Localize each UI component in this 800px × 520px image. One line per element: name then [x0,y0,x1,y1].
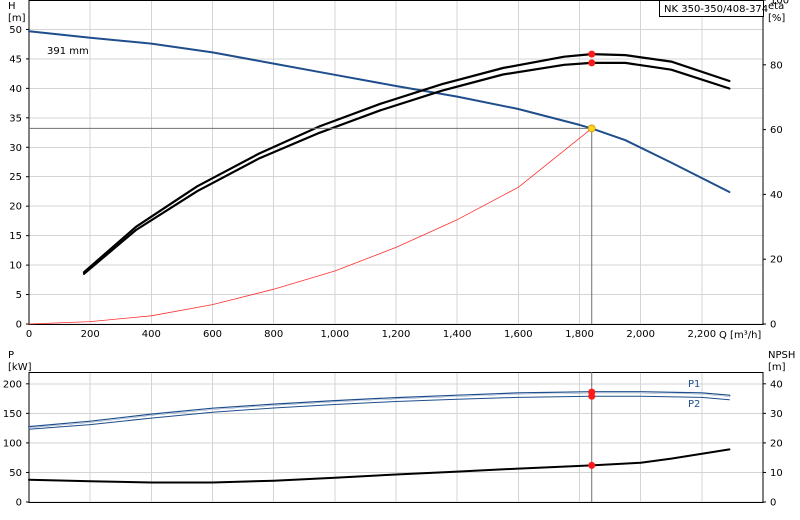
y-left-tick-label: 25 [9,172,22,183]
x-tick-label: 2,200 [688,329,717,340]
y-right-label-bottom: NPSH [768,350,795,361]
x-tick-label: 400 [142,329,161,340]
pump-curve-figure: 0 5 10 15 20 25 30 35 40 45 50 0 20 40 60 80 100 0 200 400 6… [0,0,800,520]
y-left-tick-label: 50 [9,468,22,479]
power-npsh-panel: 0 50 100 150 200 0 10 20 30 40 [3,372,783,509]
y-left-tick-label: 200 [3,379,22,390]
y-left-tick-label: 100 [3,438,22,449]
npsh-duty-marker [588,461,596,469]
y-left-tick-label: 0 [16,498,22,509]
y-left-label: H [8,1,16,12]
y-right-tick-label: 30 [770,409,783,420]
x-axis-label: Q [m³/h] [719,330,761,341]
x-tick-label: 1,200 [382,329,411,340]
y-left-tick-label: 150 [3,409,22,420]
chart-title: NK 350-350/408-374 [664,4,768,15]
y-left-unit-bottom: [kW] [8,362,32,373]
p1-curve [28,391,731,428]
y-left-tick-label: 15 [9,231,22,242]
head-efficiency-panel: 051015202530354045500204060801000 200 400 6… [9,0,789,340]
series-label-p1: P1 [688,379,700,390]
y-left-label-bottom: P [8,350,14,361]
y-left-tick-label: 10 [9,261,22,272]
y-right-tick-label: 40 [770,379,783,390]
y-left-tick-label: 45 [9,54,22,65]
y-left-unit: [m] [8,13,26,24]
y-left-tick-label: 50 [9,25,22,36]
x-tick-label: 2,000 [626,329,655,340]
y-left-tick-label: 35 [9,113,22,124]
y-left-tick-label: 20 [9,202,22,213]
x-tick-label: 1,000 [321,329,350,340]
y-right-unit-bottom: [m] [768,362,786,373]
chart-labels: H [m] eta [%] Q [m³/h] 391 mm P [kW] NPS… [8,1,795,410]
eta-2-curve [82,52,731,274]
y-left-tick-label: 0 [16,320,22,331]
x-tick-label: 200 [81,329,100,340]
eta-duty-marker [588,50,596,58]
x-tick-label: 1,800 [565,329,594,340]
eta-duty-marker [588,59,596,67]
y-left-tick-label: 40 [9,84,22,95]
y-right-tick-label: 0 [770,498,776,509]
x-tick-label: 800 [264,329,283,340]
x-tick-label: 0 [26,329,32,340]
series-label-p2: P2 [688,399,700,410]
y-right-unit: [%] [768,13,785,24]
pump-curve-svg: 051015202530354045500204060801000 200 400 6… [3,0,795,509]
y-right-tick-label: 20 [770,255,783,266]
y-right-tick-label: 20 [770,438,783,449]
x-tick-label: 600 [203,329,222,340]
y-left-tick-label: 5 [16,290,22,301]
y-right-tick-label: 40 [770,190,783,201]
y-right-tick-label: 60 [770,125,783,136]
y-left-tick-label: 30 [9,143,22,154]
p2-curve [28,395,730,430]
impeller-annotation: 391 mm [47,46,89,57]
y-right-tick-label: 0 [770,320,776,331]
y-right-label: eta [768,1,784,12]
x-tick-label: 1,400 [443,329,472,340]
duty-point-marker [587,124,596,133]
npsh-curve [28,448,731,484]
x-tick-label: 1,600 [504,329,533,340]
y-right-tick-label: 10 [770,468,783,479]
p2-duty-marker [588,392,596,400]
y-right-tick-label: 80 [770,60,783,71]
